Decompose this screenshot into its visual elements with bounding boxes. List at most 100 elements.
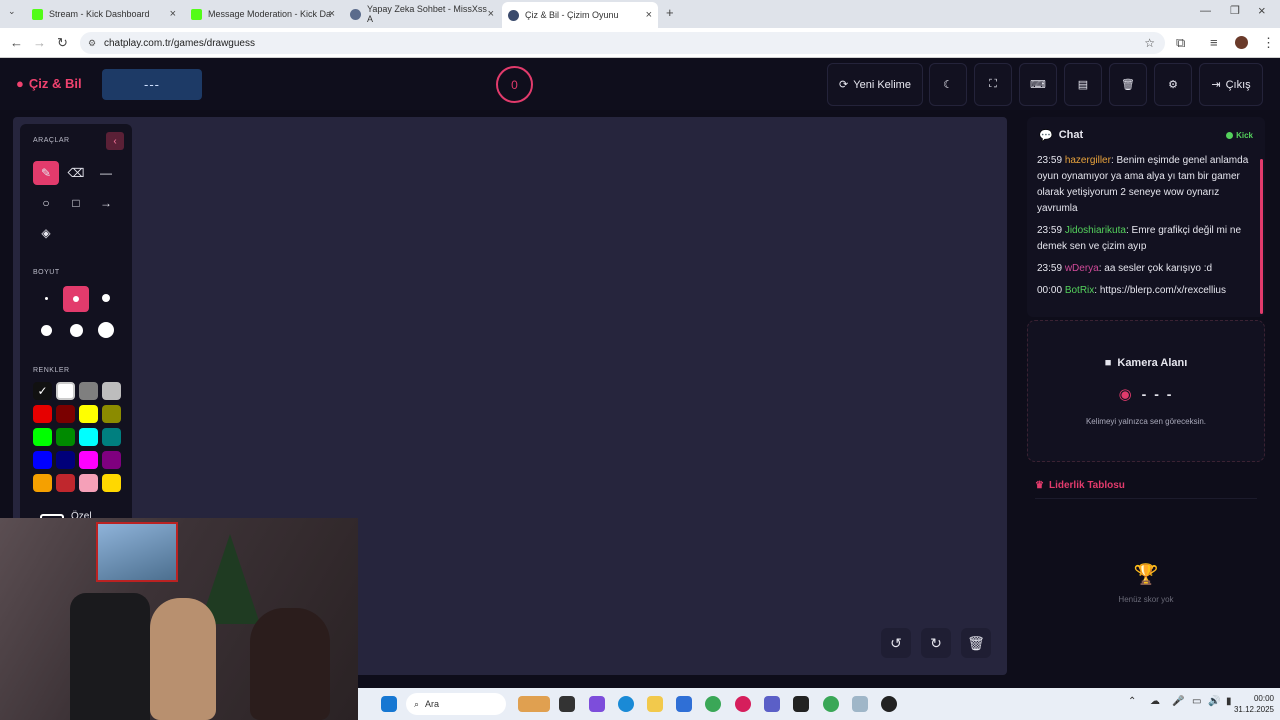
message-user[interactable]: BotRix: [1065, 285, 1094, 296]
color-swatch[interactable]: [79, 382, 98, 400]
redo-button[interactable]: ↻: [921, 628, 951, 658]
site-info-icon[interactable]: ⚙: [88, 38, 96, 49]
extensions-icon[interactable]: ⧉: [1176, 35, 1185, 51]
tab-draw-guess[interactable]: Çiz & Bil - Çizim Oyunu ×: [502, 2, 658, 28]
delete-button[interactable]: 🗑: [1109, 63, 1147, 106]
network-icon[interactable]: ☁: [1150, 696, 1160, 707]
new-tab-icon[interactable]: +: [666, 5, 674, 20]
fullscreen-button[interactable]: ⛶: [974, 63, 1012, 106]
color-swatch[interactable]: ✓: [33, 382, 52, 400]
clear-canvas-button[interactable]: 🗑: [961, 628, 991, 658]
new-word-button[interactable]: ⟳ Yeni Kelime: [827, 63, 923, 106]
forward-icon[interactable]: →: [33, 35, 46, 50]
size-option-3[interactable]: [93, 286, 119, 310]
color-swatch[interactable]: [102, 428, 121, 446]
gaming-chair: [70, 593, 150, 720]
close-icon[interactable]: ×: [646, 9, 652, 21]
taskbar-search[interactable]: ⌕ Ara: [406, 693, 506, 715]
obs-icon[interactable]: [881, 696, 897, 712]
close-icon[interactable]: ×: [170, 8, 176, 20]
microphone-icon[interactable]: 🎤: [1172, 696, 1184, 707]
minimize-icon[interactable]: —: [1200, 5, 1211, 17]
collapse-panel-button[interactable]: ‹: [106, 132, 124, 150]
color-swatch[interactable]: [102, 451, 121, 469]
task-view-icon[interactable]: [559, 696, 575, 712]
menu-icon[interactable]: ⋮: [1262, 35, 1275, 51]
color-swatch[interactable]: [79, 405, 98, 423]
line-tool-button[interactable]: —: [93, 161, 119, 185]
message-user[interactable]: wDerya: [1065, 263, 1099, 274]
tab-stream-dashboard[interactable]: Stream - Kick Dashboard ×: [26, 4, 182, 24]
clock[interactable]: 00:00 31.12.2025: [1230, 693, 1274, 715]
avatar[interactable]: [1235, 36, 1248, 49]
close-icon[interactable]: ×: [329, 8, 335, 20]
color-swatch[interactable]: [56, 474, 75, 492]
color-swatch[interactable]: [33, 474, 52, 492]
color-swatch[interactable]: [102, 474, 121, 492]
copilot-icon[interactable]: [589, 696, 605, 712]
logout-button[interactable]: ⇥ Çıkış: [1199, 63, 1263, 106]
media-control-icon[interactable]: ≡: [1210, 35, 1218, 50]
tab-ai-chat[interactable]: Yapay Zeka Sohbet - MissXss A ×: [344, 4, 500, 24]
chrome-profile-icon[interactable]: [823, 696, 839, 712]
person-right: [250, 608, 330, 720]
color-swatch[interactable]: [33, 428, 52, 446]
volume-icon[interactable]: 🔊: [1208, 696, 1220, 707]
outlook-icon[interactable]: [676, 696, 692, 712]
eraser-tool-button[interactable]: ⌫: [63, 161, 89, 185]
back-icon[interactable]: ←: [10, 35, 23, 50]
url-field[interactable]: ⚙ chatplay.com.tr/games/drawguess ☆: [80, 32, 1165, 54]
fill-tool-button[interactable]: ◈: [33, 221, 59, 245]
keyboard-button[interactable]: ⌨: [1019, 63, 1057, 106]
edge-icon[interactable]: [618, 696, 634, 712]
color-swatch[interactable]: [79, 474, 98, 492]
bookmark-star-icon[interactable]: ☆: [1144, 36, 1155, 50]
widget-icon[interactable]: [518, 696, 550, 712]
display-icon[interactable]: ▭: [1192, 696, 1201, 707]
settings-button[interactable]: ⚙: [1154, 63, 1192, 106]
file-explorer-icon[interactable]: [647, 696, 663, 712]
color-swatch[interactable]: [33, 405, 52, 423]
color-swatch[interactable]: [102, 405, 121, 423]
app-logo[interactable]: ● Çiz & Bil: [16, 76, 82, 91]
restore-icon[interactable]: ❐: [1230, 4, 1240, 17]
video-camera-icon: ■: [1104, 357, 1112, 369]
size-option-4[interactable]: [33, 318, 59, 342]
circle-tool-button[interactable]: ○: [33, 191, 59, 215]
message-user[interactable]: hazergiller: [1065, 155, 1111, 166]
app-icon[interactable]: [852, 696, 868, 712]
trophy-icon: 🏆: [1133, 564, 1159, 586]
tab-list-icon[interactable]: ⌄: [8, 6, 16, 17]
color-swatch[interactable]: [79, 428, 98, 446]
color-swatch[interactable]: [56, 451, 75, 469]
chrome-icon[interactable]: [705, 696, 721, 712]
color-swatch[interactable]: [102, 382, 121, 400]
start-icon[interactable]: [381, 696, 397, 712]
size-option-5[interactable]: [63, 318, 89, 342]
arrow-tool-button[interactable]: →: [93, 191, 119, 215]
teams-icon[interactable]: [764, 696, 780, 712]
reload-icon[interactable]: ↻: [57, 35, 68, 51]
color-swatch[interactable]: [56, 405, 75, 423]
brush-tool-button[interactable]: ✎: [33, 161, 59, 185]
size-option-6[interactable]: [93, 318, 119, 342]
theme-toggle-button[interactable]: ☾: [929, 63, 967, 106]
media-player-icon[interactable]: [735, 696, 751, 712]
message-user[interactable]: Jidoshiarikuta: [1065, 225, 1126, 236]
tab-message-moderation[interactable]: Message Moderation - Kick Da ×: [185, 4, 341, 24]
close-icon[interactable]: ×: [488, 8, 494, 20]
color-swatch[interactable]: [56, 382, 75, 400]
tray-chevron-icon[interactable]: ⌃: [1128, 696, 1136, 707]
archive-button[interactable]: ▤: [1064, 63, 1102, 106]
color-swatch[interactable]: [33, 451, 52, 469]
color-swatch[interactable]: [56, 428, 75, 446]
size-option-2[interactable]: [63, 286, 89, 312]
undo-button[interactable]: ↺: [881, 628, 911, 658]
rectangle-tool-button[interactable]: □: [63, 191, 89, 215]
color-swatch[interactable]: [79, 451, 98, 469]
close-window-icon[interactable]: ×: [1258, 3, 1266, 18]
voicemod-icon[interactable]: [793, 696, 809, 712]
size-option-1[interactable]: [33, 286, 59, 310]
chat-message-list[interactable]: 23:59 hazergiller: Benim eşimde genel an…: [1027, 153, 1265, 299]
chat-scrollbar[interactable]: [1260, 159, 1263, 314]
